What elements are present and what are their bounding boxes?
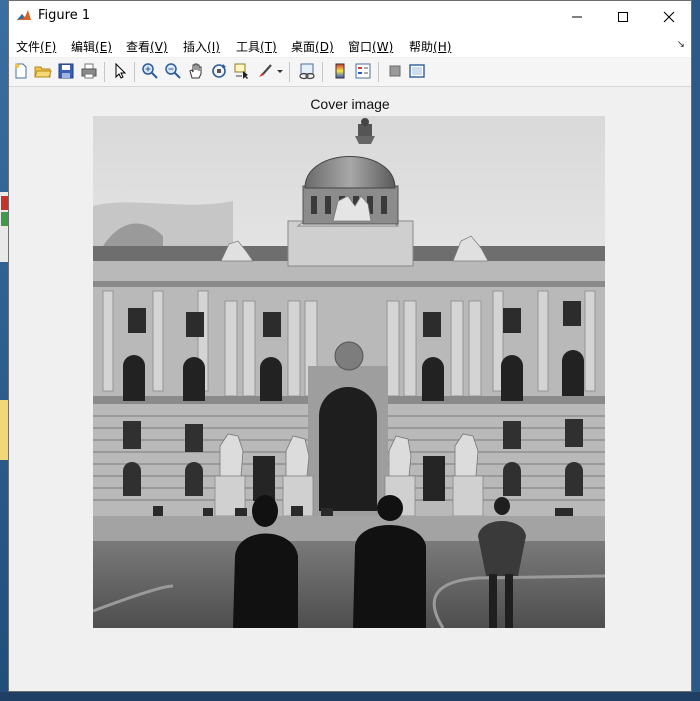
maximize-button[interactable]	[600, 1, 646, 32]
cover-image-picture	[93, 116, 605, 628]
matlab-logo-icon	[16, 8, 32, 24]
title-bar[interactable]: Figure 1	[9, 1, 691, 32]
hide-plot-tools-icon[interactable]	[386, 62, 404, 80]
save-icon[interactable]	[57, 62, 75, 80]
toolbar-separator	[378, 62, 379, 82]
show-plot-tools-icon[interactable]	[408, 62, 426, 80]
menu-file[interactable]: 文件(F)	[16, 38, 56, 55]
menu-edit[interactable]: 编辑(E)	[71, 38, 112, 55]
menu-insert[interactable]: 插入(I)	[183, 38, 220, 55]
colorbar-icon[interactable]	[331, 62, 349, 80]
rotate-3d-icon[interactable]	[210, 62, 228, 80]
data-cursor-icon[interactable]	[233, 62, 251, 80]
zoom-in-icon[interactable]	[141, 62, 159, 80]
brush-dropdown-icon[interactable]	[276, 62, 284, 80]
menu-overflow-arrow-icon[interactable]: ↘	[677, 39, 685, 50]
minimize-button[interactable]	[554, 1, 600, 32]
zoom-out-icon[interactable]	[164, 62, 182, 80]
menu-tools[interactable]: 工具(T)	[236, 38, 277, 55]
axes-title: Cover image	[310, 96, 390, 112]
legend-icon[interactable]	[354, 62, 372, 80]
figure-toolbar	[9, 58, 691, 87]
close-button[interactable]	[646, 1, 692, 32]
figure-window: Figure 1 文件(F) 编辑(E) 查看(V) 插入(I) 工具(T) 桌…	[8, 0, 692, 692]
menu-view[interactable]: 查看(V)	[126, 38, 168, 55]
select-arrow-icon[interactable]	[111, 62, 129, 80]
print-icon[interactable]	[80, 62, 98, 80]
pan-hand-icon[interactable]	[187, 62, 205, 80]
menu-help[interactable]: 帮助(H)	[409, 38, 451, 55]
cover-image[interactable]	[93, 116, 605, 628]
maximize-icon	[618, 11, 628, 22]
toolbar-separator	[104, 62, 105, 82]
open-icon[interactable]	[34, 62, 52, 80]
taskbar	[0, 692, 700, 701]
toolbar-separator	[322, 62, 323, 82]
new-figure-icon[interactable]	[12, 62, 30, 80]
menu-bar: 文件(F) 编辑(E) 查看(V) 插入(I) 工具(T) 桌面(D) 窗口(W…	[9, 32, 691, 57]
toolbar-separator	[289, 62, 290, 82]
menu-desktop[interactable]: 桌面(D)	[291, 38, 334, 55]
menu-window[interactable]: 窗口(W)	[348, 38, 393, 55]
close-icon	[663, 11, 675, 22]
minimize-icon	[572, 16, 582, 17]
toolbar-separator	[134, 62, 135, 82]
link-plot-icon[interactable]	[298, 62, 316, 80]
window-title: Figure 1	[38, 8, 91, 23]
brush-icon[interactable]	[256, 62, 274, 80]
